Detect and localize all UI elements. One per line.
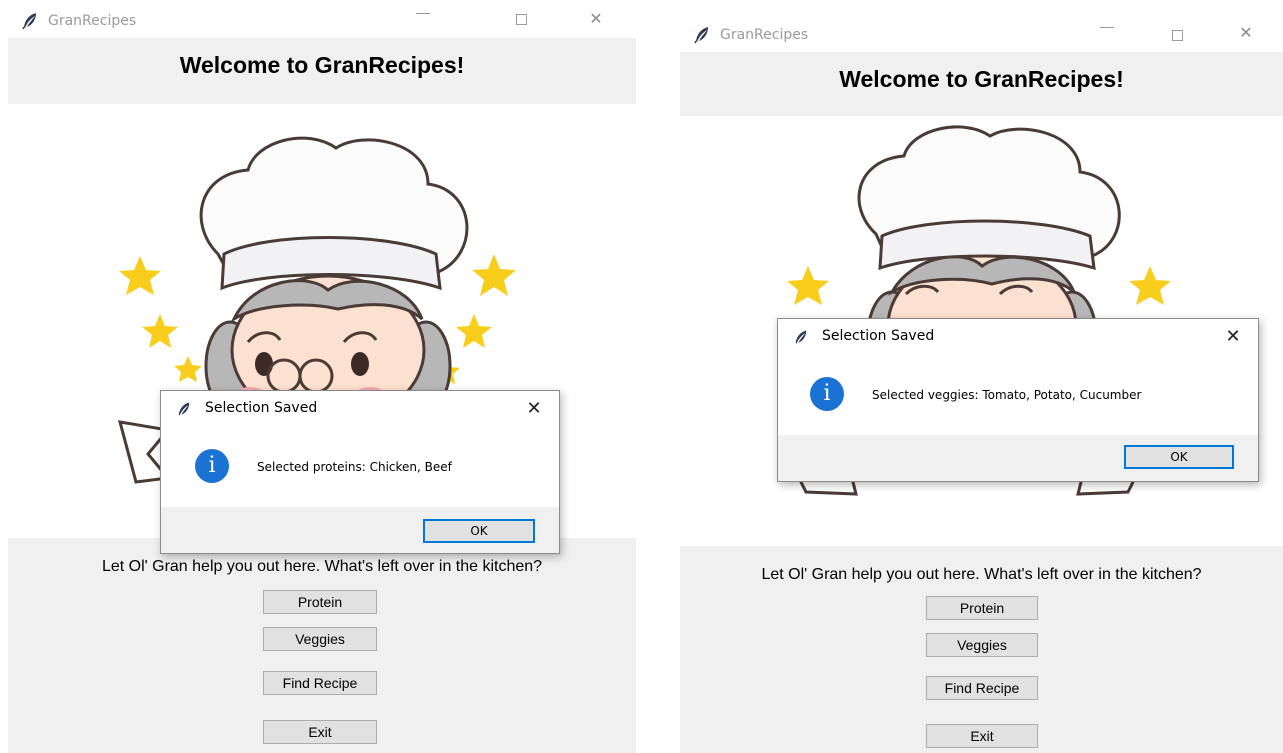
- find-recipe-button[interactable]: Find Recipe: [926, 676, 1038, 700]
- window-title: GranRecipes: [720, 27, 809, 43]
- prompt-text: Let Ol' Gran help you out here. What's l…: [761, 566, 1202, 583]
- feather-icon: [22, 13, 36, 30]
- minimize-button[interactable]: [416, 13, 430, 14]
- star-icon: [787, 266, 829, 305]
- close-icon[interactable]: ✕: [523, 398, 545, 420]
- star-icon: [119, 256, 161, 295]
- feather-icon: [694, 27, 708, 44]
- protein-button[interactable]: Protein: [926, 596, 1038, 620]
- minimize-button[interactable]: [1100, 27, 1114, 28]
- star-icon: [1129, 266, 1171, 305]
- granrecipes-window-right: GranRecipes ✕ Welcome to GranRecipes! Se…: [680, 18, 1283, 753]
- star-icon: [142, 314, 178, 348]
- dialog-title: Selection Saved: [205, 400, 318, 416]
- dialog-footer: OK: [778, 435, 1258, 481]
- info-icon: i: [195, 449, 229, 483]
- title-bar[interactable]: GranRecipes ✕: [680, 18, 1283, 52]
- title-bar[interactable]: GranRecipes ✕: [8, 4, 636, 38]
- dialog-footer: OK: [161, 507, 559, 553]
- granrecipes-window-left: GranRecipes ✕ Welcome to GranRecipes! Se…: [8, 4, 636, 753]
- window-title: GranRecipes: [48, 13, 137, 29]
- star-icon: [472, 254, 516, 296]
- exit-button[interactable]: Exit: [263, 720, 377, 744]
- ok-button[interactable]: OK: [423, 519, 535, 543]
- maximize-button[interactable]: [1172, 30, 1183, 41]
- selection-saved-dialog: Selection Saved ✕ i Selected proteins: C…: [160, 390, 560, 554]
- feather-icon: [178, 402, 190, 416]
- welcome-heading: Welcome to GranRecipes!: [179, 52, 465, 78]
- close-icon[interactable]: ✕: [1222, 326, 1244, 348]
- dialog-message: Selected veggies: Tomato, Potato, Cucumb…: [872, 388, 1142, 402]
- veggies-button[interactable]: Veggies: [926, 633, 1038, 657]
- prompt-text: Let Ol' Gran help you out here. What's l…: [101, 558, 543, 575]
- dialog-message: Selected proteins: Chicken, Beef: [257, 460, 452, 474]
- ok-button[interactable]: OK: [1124, 445, 1234, 469]
- protein-button[interactable]: Protein: [263, 590, 377, 614]
- welcome-heading: Welcome to GranRecipes!: [839, 66, 1124, 92]
- star-icon: [174, 356, 202, 382]
- window-close-button[interactable]: ✕: [586, 9, 606, 29]
- info-icon: i: [810, 377, 844, 411]
- window-close-button[interactable]: ✕: [1236, 23, 1256, 43]
- find-recipe-button[interactable]: Find Recipe: [263, 671, 377, 695]
- veggies-button[interactable]: Veggies: [263, 627, 377, 651]
- selection-saved-dialog: Selection Saved ✕ i Selected veggies: To…: [777, 318, 1259, 482]
- dialog-title: Selection Saved: [822, 328, 935, 344]
- feather-icon: [795, 330, 807, 344]
- star-icon: [456, 314, 492, 348]
- maximize-button[interactable]: [516, 14, 527, 25]
- exit-button[interactable]: Exit: [926, 724, 1038, 748]
